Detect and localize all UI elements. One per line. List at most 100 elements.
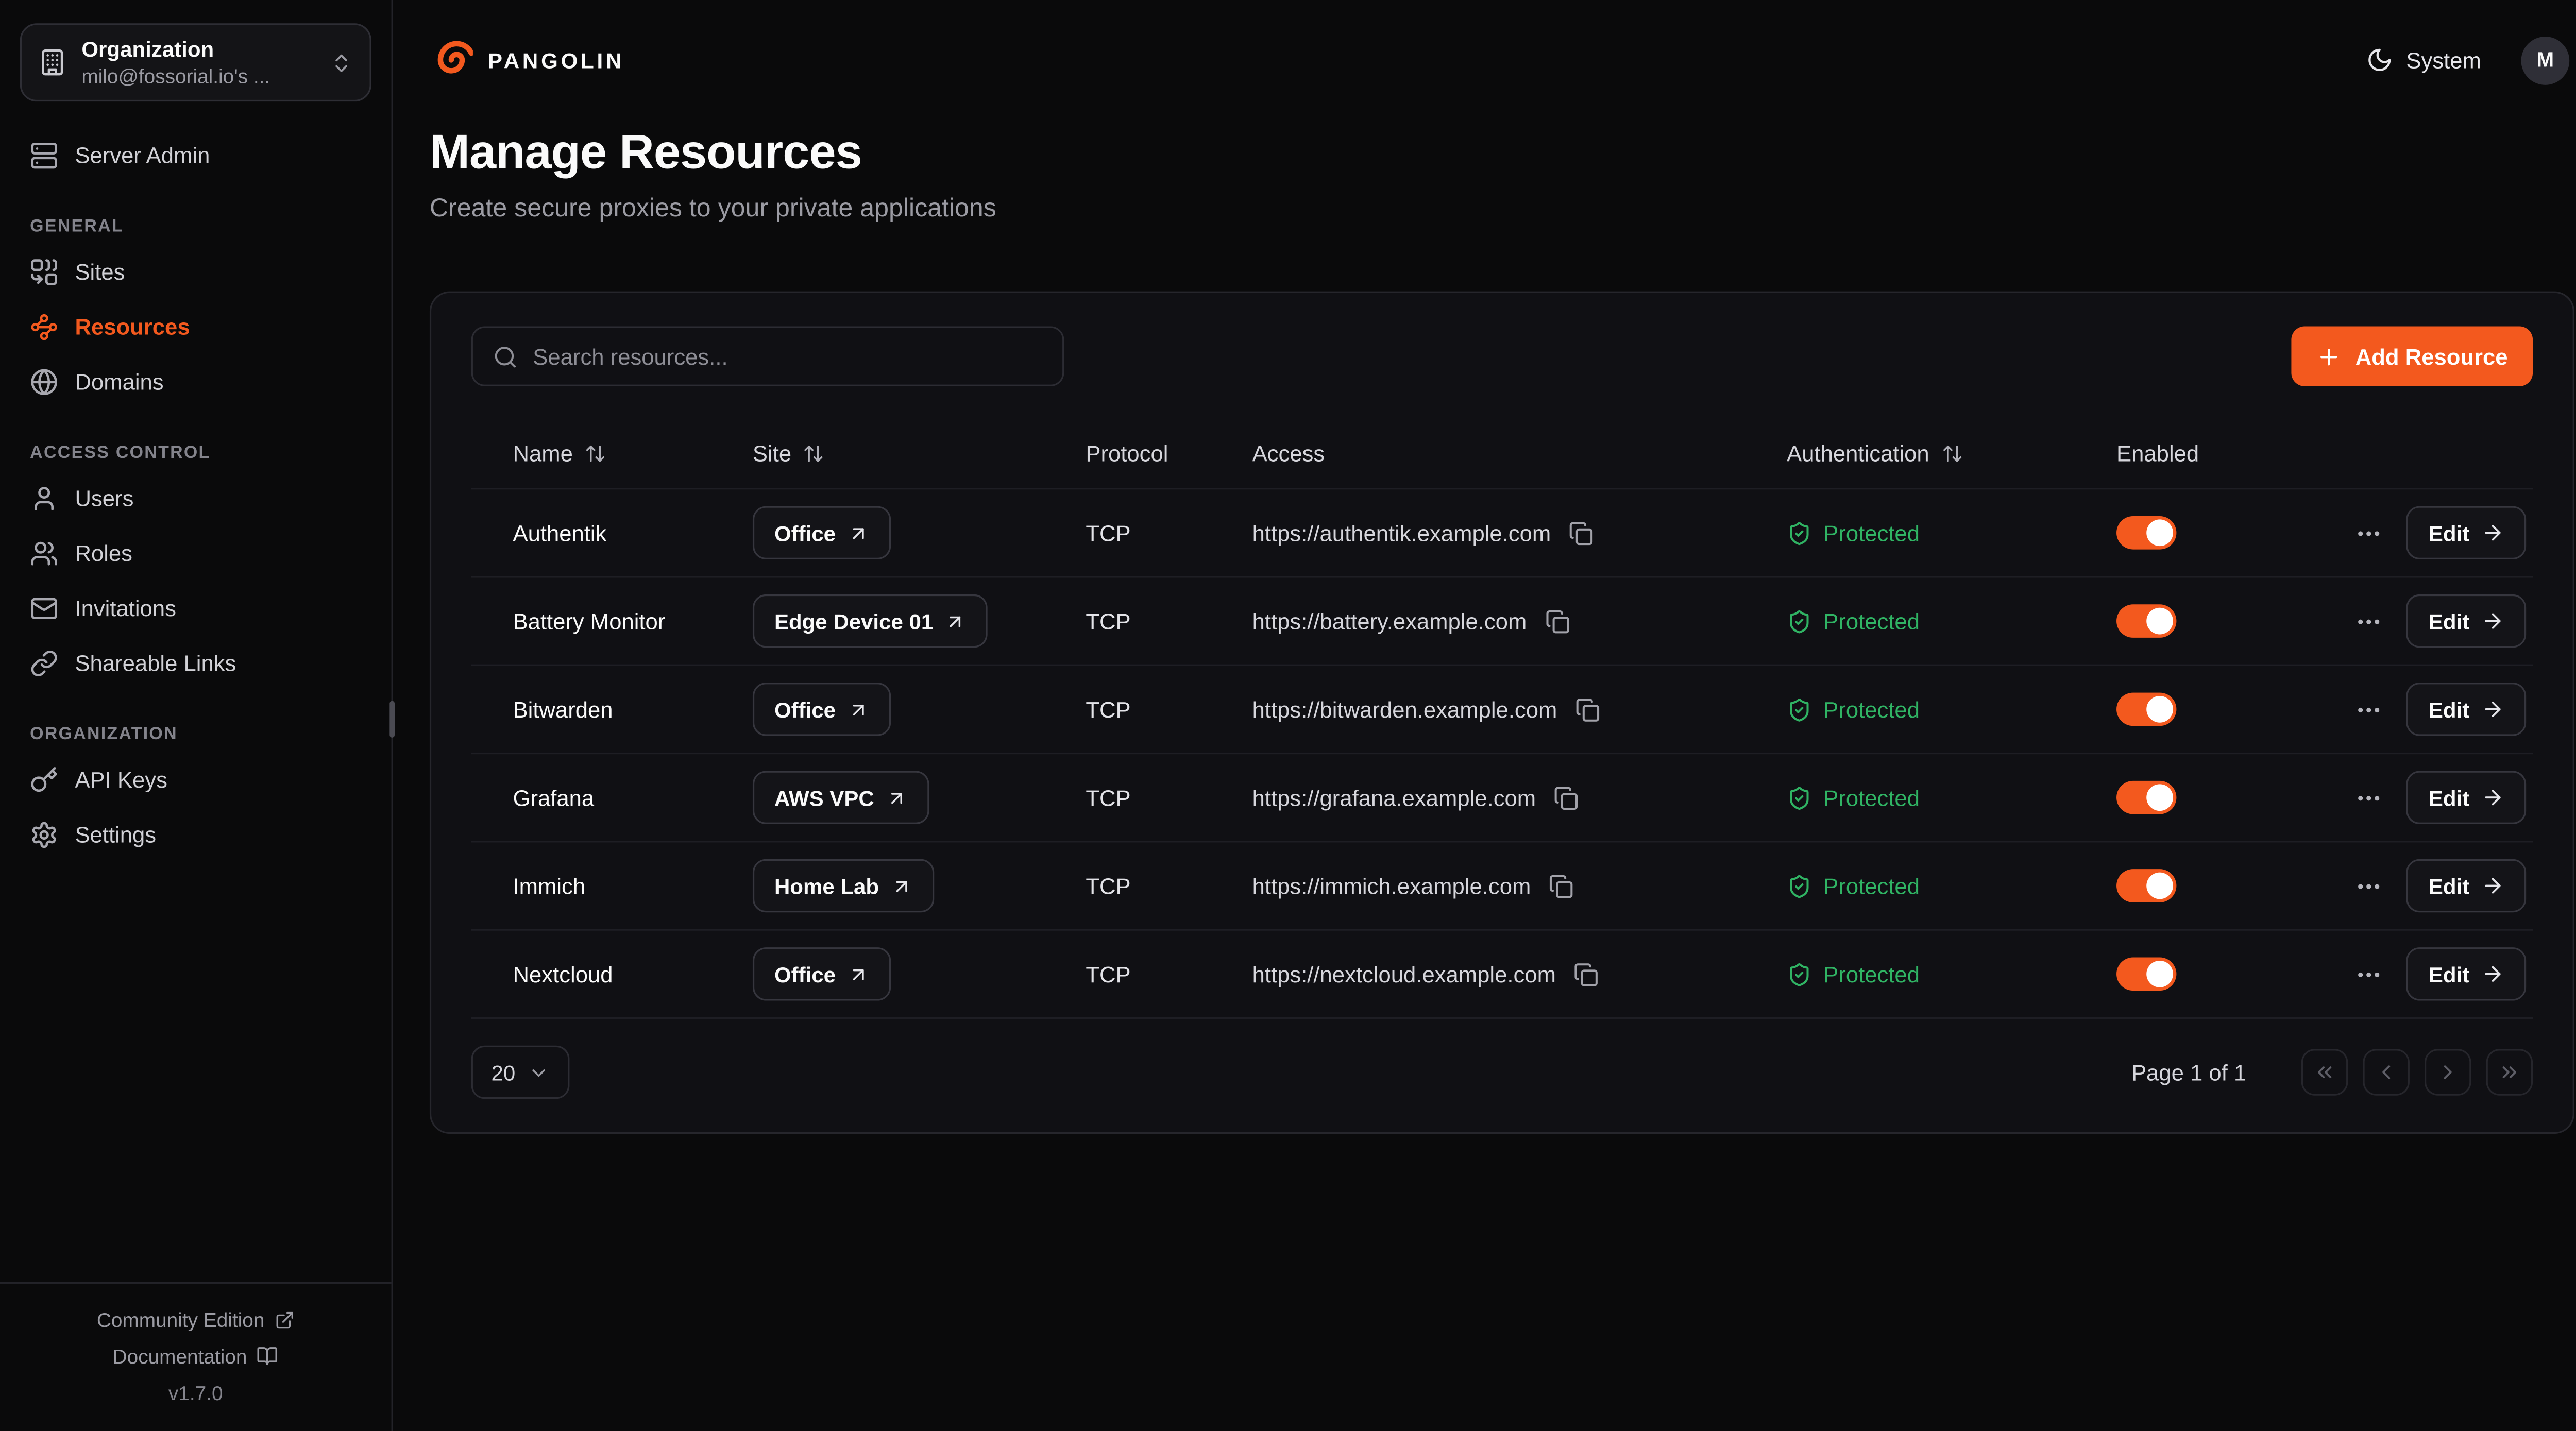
shield-check-icon	[1787, 520, 1811, 545]
sidebar-item-domains[interactable]: Domains	[20, 354, 371, 410]
globe-icon	[30, 368, 58, 396]
resource-table-body: Authentik Office TCP https://authentik.e…	[471, 489, 2533, 1019]
add-resource-button[interactable]: Add Resource	[2292, 326, 2533, 386]
edit-label: Edit	[2429, 520, 2469, 545]
edit-button[interactable]: Edit	[2407, 947, 2526, 1000]
site-link-button[interactable]: Home Lab	[753, 859, 934, 912]
toggle-knob	[2146, 608, 2173, 635]
copy-button[interactable]	[1546, 870, 1577, 901]
row-menu-button[interactable]	[2352, 780, 2387, 815]
copy-button[interactable]	[1551, 781, 1582, 813]
sidebar-item-users[interactable]: Users	[20, 471, 371, 526]
site-link-button[interactable]: Edge Device 01	[753, 594, 988, 648]
edit-button[interactable]: Edit	[2407, 506, 2526, 559]
community-edition-link[interactable]: Community Edition	[13, 1301, 378, 1338]
protocol-value: TCP	[1086, 697, 1130, 722]
sidebar-item-server-admin[interactable]: Server Admin	[20, 128, 371, 183]
sidebar-item-roles[interactable]: Roles	[20, 526, 371, 581]
enabled-toggle[interactable]	[2116, 516, 2176, 550]
sidebar-item-sites[interactable]: Sites	[20, 245, 371, 300]
sidebar-item-shareable-links[interactable]: Shareable Links	[20, 636, 371, 691]
row-menu-button[interactable]	[2352, 692, 2387, 727]
server-icon	[30, 142, 58, 170]
documentation-link[interactable]: Documentation	[13, 1338, 378, 1374]
prev-page-button[interactable]	[2363, 1049, 2410, 1095]
documentation-label: Documentation	[113, 1344, 247, 1368]
sidebar-item-invitations[interactable]: Invitations	[20, 581, 371, 636]
site-link-button[interactable]: Office	[753, 683, 891, 736]
last-page-button[interactable]	[2486, 1049, 2533, 1095]
col-header-name[interactable]: Name	[471, 441, 753, 466]
enabled-toggle[interactable]	[2116, 604, 2176, 638]
access-cell: https://authentik.example.com	[1252, 517, 1787, 549]
arrow-right-icon	[2481, 697, 2504, 721]
search-icon	[493, 344, 518, 368]
edit-label: Edit	[2429, 608, 2469, 633]
site-cell: Home Lab	[753, 859, 1086, 912]
protocol-cell: TCP	[1086, 785, 1252, 810]
brand[interactable]: PANGOLIN	[430, 38, 624, 81]
row-menu-button[interactable]	[2352, 604, 2387, 639]
sidebar-resize-handle[interactable]	[389, 701, 395, 738]
arrow-up-right-icon	[848, 699, 869, 720]
protocol-value: TCP	[1086, 873, 1130, 898]
resources-table: Name Site Protocol Access Authenticati	[471, 419, 2533, 1019]
edit-button[interactable]: Edit	[2407, 683, 2526, 736]
org-selector[interactable]: Organization milo@fossorial.io's ...	[20, 23, 371, 101]
copy-icon	[1574, 962, 1599, 986]
col-header-authentication[interactable]: Authentication	[1787, 441, 2116, 466]
edit-button[interactable]: Edit	[2407, 771, 2526, 824]
page-size-select[interactable]: 20	[471, 1046, 570, 1099]
access-url: https://authentik.example.com	[1252, 520, 1551, 545]
shield-check-icon	[1787, 697, 1811, 722]
page-subtitle: Create secure proxies to your private ap…	[430, 195, 2574, 225]
resource-name: Bitwarden	[513, 697, 613, 722]
enabled-cell	[2116, 781, 2300, 814]
name-cell: Bitwarden	[471, 697, 753, 722]
copy-button[interactable]	[1541, 605, 1573, 637]
edit-button[interactable]: Edit	[2407, 859, 2526, 912]
sidebar-item-resources[interactable]: Resources	[20, 300, 371, 355]
sidebar-item-api-keys[interactable]: API Keys	[20, 753, 371, 808]
col-header-label: Authentication	[1787, 441, 1929, 466]
version-label: v1.7.0	[13, 1374, 378, 1411]
sidebar-item-settings[interactable]: Settings	[20, 808, 371, 863]
pagination: Page 1 of 1	[2131, 1049, 2533, 1095]
copy-button[interactable]	[1572, 693, 1603, 725]
row-menu-button[interactable]	[2352, 957, 2387, 992]
col-header-site[interactable]: Site	[753, 441, 1086, 466]
search-box[interactable]	[471, 326, 1064, 386]
arrow-up-right-icon	[886, 787, 907, 808]
actions-cell: Edit	[2300, 594, 2533, 648]
first-page-button[interactable]	[2301, 1049, 2348, 1095]
col-header-enabled: Enabled	[2116, 441, 2300, 466]
copy-button[interactable]	[1566, 517, 1597, 549]
site-link-button[interactable]: Office	[753, 947, 891, 1000]
sidebar-item-label: Invitations	[75, 596, 176, 621]
search-input[interactable]	[533, 344, 1042, 368]
site-link-button[interactable]: AWS VPC	[753, 771, 929, 824]
authentication-cell: Protected	[1787, 873, 2116, 898]
enabled-toggle[interactable]	[2116, 869, 2176, 902]
copy-button[interactable]	[1571, 958, 1602, 990]
site-link-button[interactable]: Office	[753, 506, 891, 559]
link-icon	[30, 650, 58, 678]
enabled-toggle[interactable]	[2116, 957, 2176, 991]
theme-toggle[interactable]: System	[2366, 46, 2481, 73]
next-page-button[interactable]	[2425, 1049, 2471, 1095]
enabled-toggle[interactable]	[2116, 693, 2176, 726]
protocol-cell: TCP	[1086, 962, 1252, 986]
row-menu-button[interactable]	[2352, 515, 2387, 550]
page-head: Manage Resources Create secure proxies t…	[430, 127, 2574, 225]
section-title-general: GENERAL	[30, 216, 361, 236]
enabled-toggle[interactable]	[2116, 781, 2176, 814]
table-row: Bitwarden Office TCP https://bitwarden.e…	[471, 666, 2533, 754]
edit-button[interactable]: Edit	[2407, 594, 2526, 648]
arrow-up-right-icon	[891, 875, 912, 896]
shield-check-icon	[1787, 608, 1811, 633]
avatar[interactable]: M	[2521, 36, 2569, 84]
protocol-value: TCP	[1086, 785, 1130, 810]
protocol-cell: TCP	[1086, 520, 1252, 545]
shield-check-icon	[1787, 873, 1811, 898]
row-menu-button[interactable]	[2352, 868, 2387, 904]
